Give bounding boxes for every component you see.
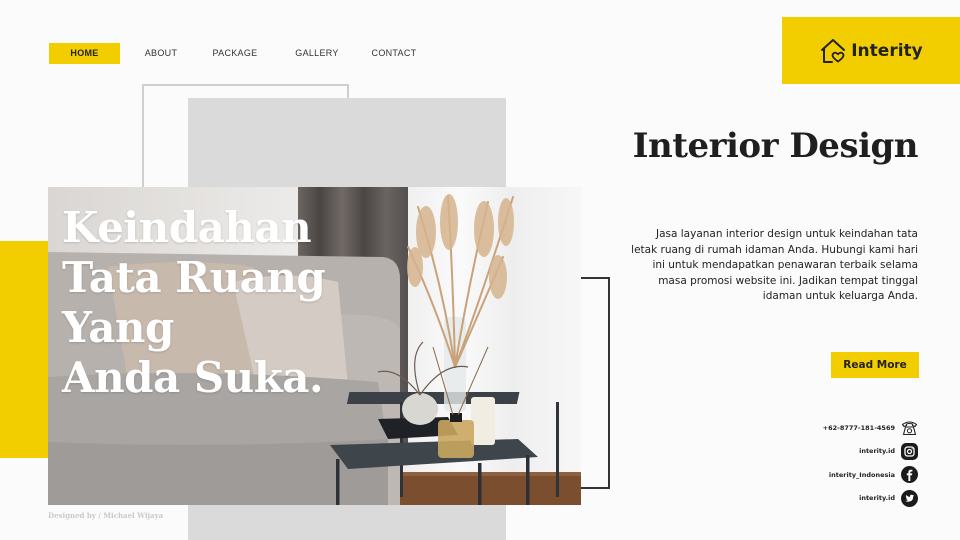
instagram-icon [901, 442, 918, 460]
nav-gallery[interactable]: GALLERY [268, 43, 366, 64]
headline-line: Tata Ruang [62, 253, 326, 302]
facebook-icon [901, 466, 918, 484]
hero-headline: Keindahan Tata Ruang Yang Anda Suka. [62, 203, 326, 403]
nav-contact[interactable]: CONTACT [366, 43, 422, 64]
nav-package[interactable]: PACKAGE [202, 43, 268, 64]
telephone-icon [901, 419, 918, 436]
house-heart-icon [821, 38, 846, 63]
headline-line: Yang [62, 303, 174, 352]
facebook-handle: interity_Indonesia [828, 470, 895, 479]
headline-line: Keindahan [62, 203, 312, 252]
decorative-bracket [581, 277, 610, 489]
contact-facebook[interactable]: interity_Indonesia [823, 463, 918, 487]
contact-list: +62-8777-181-4569 interity.id interity_I… [823, 416, 918, 510]
contact-instagram[interactable]: interity.id [823, 440, 918, 464]
section-description: Jasa layanan interior design untuk keind… [631, 228, 918, 302]
nav-home[interactable]: HOME [49, 43, 120, 64]
design-credit: Designed by / Michael Wijaya [48, 511, 164, 520]
nav-about[interactable]: ABOUT [120, 43, 202, 64]
read-more-button[interactable]: Read More [831, 352, 919, 378]
twitter-handle: interity.id [859, 494, 895, 503]
decorative-yellow-block [0, 241, 48, 458]
phone-number: +62-8777-181-4569 [822, 423, 895, 432]
section-title: Interior Design [632, 126, 919, 166]
brand-logo[interactable]: Interity [782, 17, 960, 84]
instagram-handle: interity.id [859, 447, 895, 456]
contact-phone[interactable]: +62-8777-181-4569 [823, 416, 918, 440]
twitter-icon [901, 489, 918, 507]
contact-twitter[interactable]: interity.id [823, 487, 918, 511]
main-nav: HOME ABOUT PACKAGE GALLERY CONTACT [49, 43, 422, 64]
headline-line: Anda Suka. [62, 353, 324, 402]
brand-name: Interity [851, 40, 923, 61]
